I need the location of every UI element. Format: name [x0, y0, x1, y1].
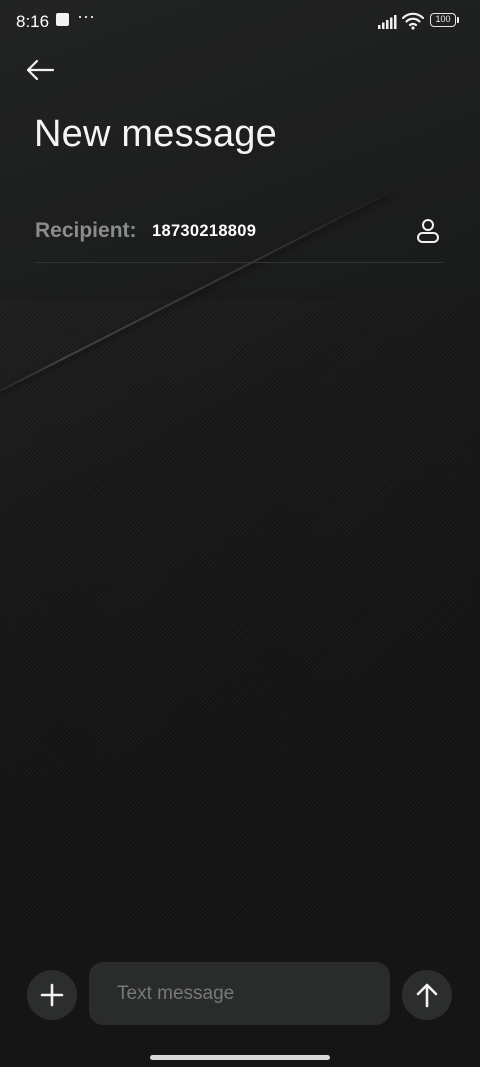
contacts-button[interactable]: [413, 216, 443, 246]
battery-icon: 100: [430, 13, 456, 27]
page-title: New message: [34, 113, 277, 155]
notification-square-icon: [56, 13, 69, 26]
notification-more-icon: ···: [77, 6, 95, 26]
recipient-input[interactable]: 18730218809: [152, 222, 256, 241]
text-message-input[interactable]: [89, 962, 390, 1025]
signal-icon: [378, 15, 397, 29]
wifi-icon: [402, 12, 424, 30]
back-button[interactable]: [20, 50, 60, 90]
status-time: 8:16: [16, 12, 50, 31]
compose-bar: [0, 940, 480, 1067]
battery-level: 100: [435, 14, 451, 24]
recipient-label: Recipient:: [35, 219, 137, 242]
battery-tip: [457, 17, 459, 23]
background-texture: [0, 290, 480, 940]
new-message-screen: 8:16 ··· 100 New message Recipient: 1873…: [0, 0, 480, 1067]
plus-icon: [40, 983, 64, 1007]
status-bar: 8:16 ··· 100: [0, 0, 480, 44]
recipient-row[interactable]: Recipient: 18730218809: [35, 210, 443, 263]
person-icon: [417, 219, 439, 243]
arrow-up-icon: [416, 983, 438, 1008]
home-indicator[interactable]: [150, 1055, 330, 1060]
add-attachment-button[interactable]: [27, 970, 77, 1020]
background-shade: [0, 300, 480, 520]
arrow-left-icon: [26, 59, 55, 81]
send-button[interactable]: [402, 970, 452, 1020]
